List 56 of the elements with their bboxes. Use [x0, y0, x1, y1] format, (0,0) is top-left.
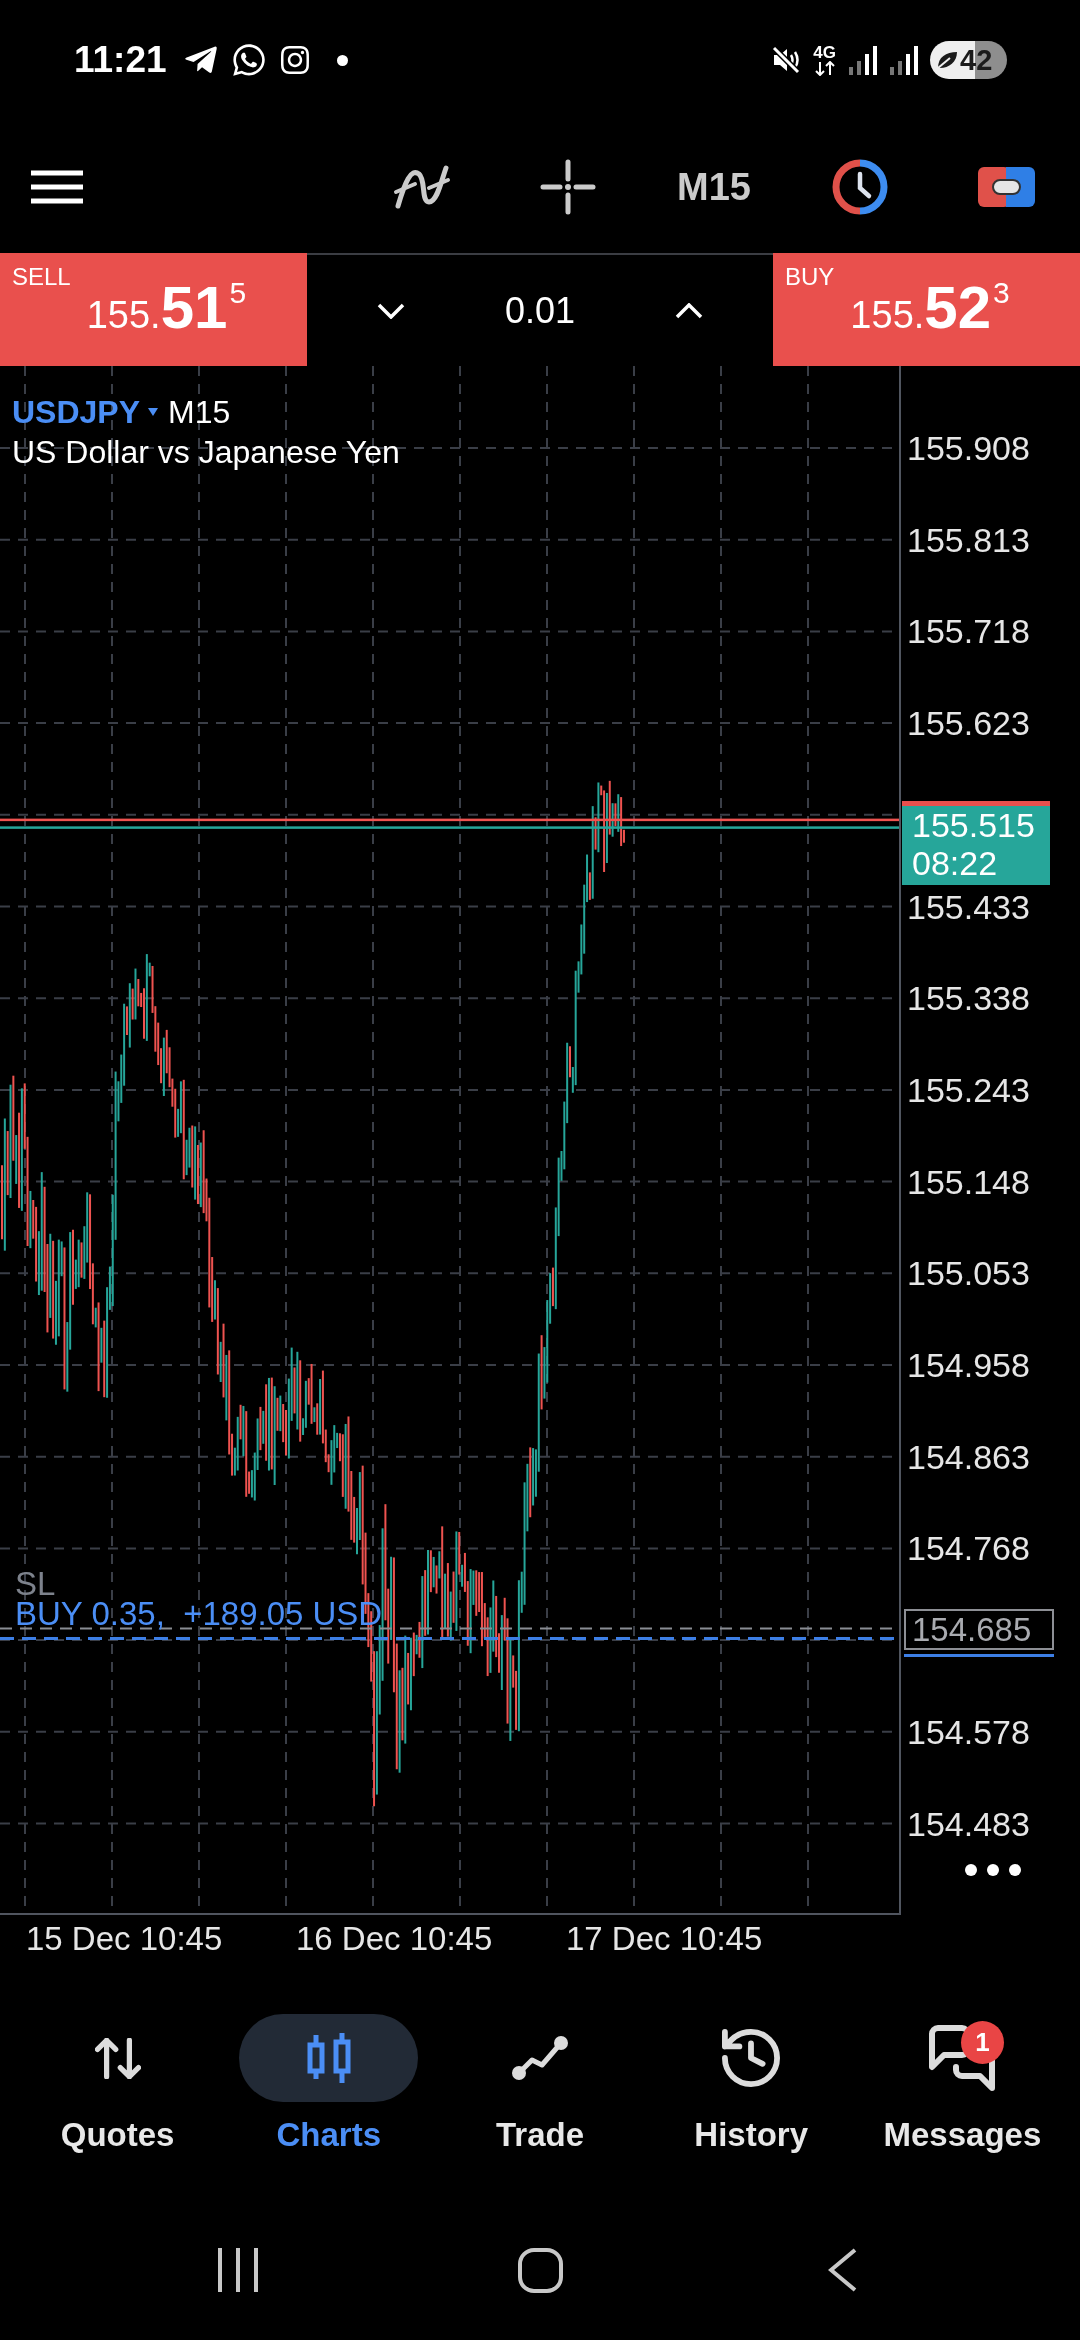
time-axis-label: 17 Dec 10:45	[566, 1920, 763, 1957]
current-price: 155.515	[912, 806, 1036, 845]
price-axis-label: 154.958	[907, 1346, 1030, 1384]
clock-icon[interactable]	[832, 158, 888, 215]
caret-icon	[148, 408, 159, 416]
bar-countdown: 08:22	[912, 844, 999, 883]
up-down-arrows-icon	[94, 2037, 141, 2079]
crosshair-icon[interactable]	[540, 158, 596, 215]
chevron-down-icon[interactable]	[377, 302, 406, 319]
signal-icon	[848, 45, 877, 75]
price-axis-label: 154.578	[907, 1712, 1030, 1751]
symbol-description: US Dollar vs Japanese Yen	[12, 433, 400, 472]
data-arrows-icon	[814, 60, 835, 76]
price-axis-label: 154.483	[907, 1804, 1030, 1843]
trade-tab[interactable]: Trade	[434, 2014, 646, 2154]
phone-bubble-icon	[230, 42, 267, 78]
chevron-up-icon[interactable]	[674, 302, 703, 319]
signal-icon	[889, 45, 918, 75]
charts-tab[interactable]: Charts	[223, 2014, 435, 2154]
price-axis-label: 154.768	[907, 1529, 1030, 1568]
price-axis-label: 155.148	[907, 1162, 1030, 1201]
line-chart-icon	[511, 2035, 569, 2081]
messages-tab[interactable]: 1 Messages	[856, 2014, 1068, 2154]
network-type: 4G	[813, 44, 836, 60]
price-axis-label: 155.813	[907, 520, 1030, 559]
recent-apps-icon[interactable]	[217, 2248, 259, 2292]
home-icon[interactable]	[517, 2247, 563, 2293]
leaf-icon	[936, 50, 958, 70]
clock-time: 11:21	[74, 39, 167, 81]
price-axis-label: 154.863	[907, 1437, 1030, 1476]
volume-field[interactable]: 0.01	[504, 289, 576, 332]
toggle-tile-icon[interactable]	[977, 166, 1035, 207]
price-axis-label: 155.053	[907, 1254, 1030, 1293]
price-axis-label: 155.433	[907, 887, 1030, 926]
camera-icon	[278, 44, 311, 76]
back-icon[interactable]	[827, 2248, 857, 2292]
history-tab[interactable]: History	[645, 2014, 857, 2154]
time-axis-label: 16 Dec 10:45	[296, 1920, 493, 1957]
price-axis-label: 155.718	[907, 612, 1030, 651]
chart-timeframe: M15	[168, 393, 231, 432]
muted-speaker-icon	[771, 45, 802, 75]
price-axis-label: 155.338	[907, 979, 1030, 1018]
menu-icon[interactable]	[31, 169, 83, 204]
quotes-tab[interactable]: Quotes	[12, 2014, 224, 2154]
candlestick-icon	[305, 2032, 352, 2084]
more-icon[interactable]	[965, 1864, 1021, 1876]
history-icon	[722, 2029, 781, 2087]
unread-count: 1	[960, 2021, 1004, 2064]
price-axis-label: 155.243	[907, 1070, 1030, 1109]
timeframe-button[interactable]: M15	[677, 164, 751, 209]
price-axis-label: 155.623	[907, 704, 1030, 743]
symbol-selector[interactable]: USDJPY	[12, 392, 159, 432]
notification-dot-icon	[336, 54, 348, 66]
price-axis-label: 155.908	[907, 429, 1030, 467]
time-axis-label: 15 Dec 10:45	[26, 1920, 223, 1957]
stop-loss-label: SL	[15, 1564, 56, 1602]
